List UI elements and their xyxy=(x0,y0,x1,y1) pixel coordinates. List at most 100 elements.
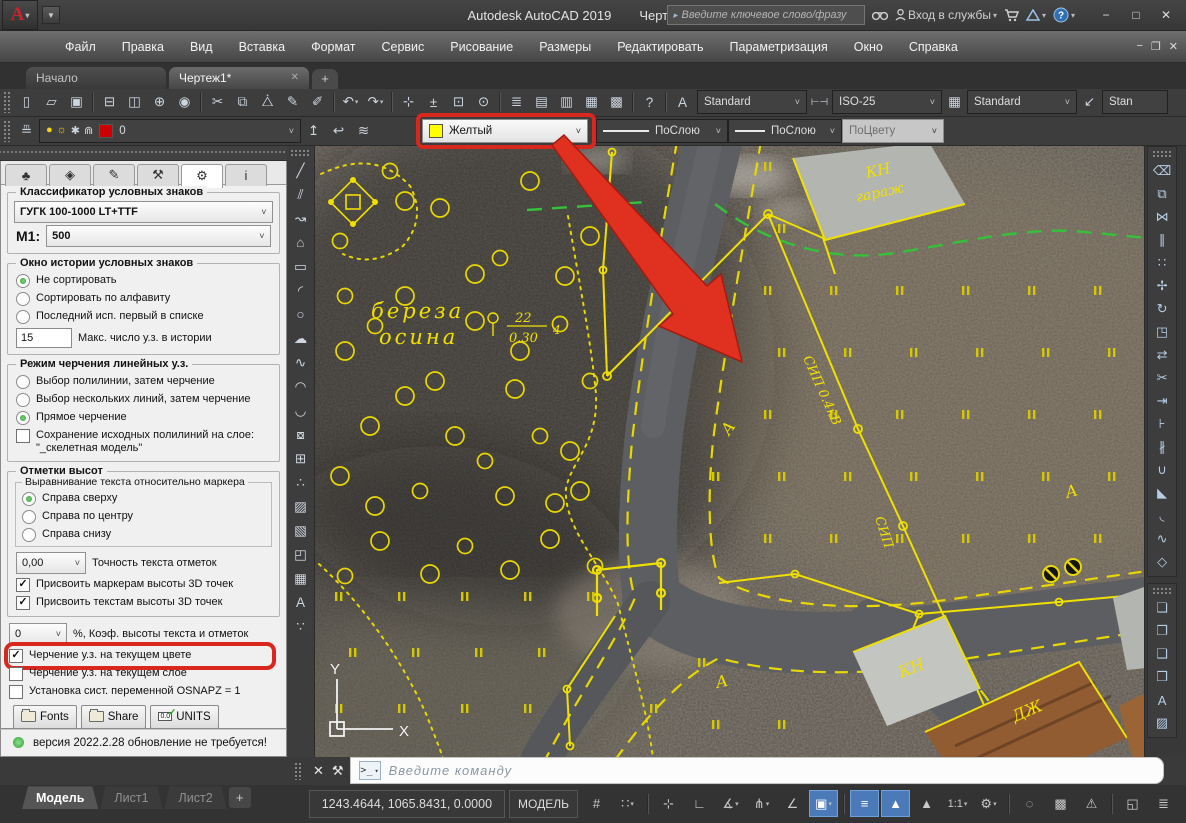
doc-minimize-button[interactable]: − xyxy=(1136,40,1142,53)
toolbar-grip[interactable] xyxy=(1152,587,1172,594)
revision-cloud-icon[interactable]: ☁ xyxy=(288,327,313,351)
layer-properties-icon[interactable]: ≣ xyxy=(504,90,529,114)
insert-block-icon[interactable]: ⧇ xyxy=(288,423,313,447)
scale-icon[interactable]: ◳ xyxy=(1148,321,1176,344)
doc-close-button[interactable]: ✕ xyxy=(1169,40,1178,53)
file-tab-1[interactable]: Чертеж1*✕ xyxy=(169,67,309,89)
checkbox-unchecked-icon[interactable] xyxy=(16,429,30,443)
checkbox-option[interactable]: ✓Черчение у.з. на текущем цвете xyxy=(7,647,280,665)
scale-select[interactable]: 500˅ xyxy=(46,225,270,247)
cut-icon[interactable]: ✂ xyxy=(205,90,230,114)
panel-tab-areas[interactable]: ◈ xyxy=(49,164,91,186)
autocad-logo[interactable]: A▾ xyxy=(2,0,38,30)
radio-option[interactable]: Последний исп. первый в списке xyxy=(14,308,273,326)
doc-restore-button[interactable]: ❐ xyxy=(1151,40,1161,53)
multiple-points-icon[interactable]: ∴ xyxy=(288,471,313,495)
new-tab-button[interactable]: + xyxy=(312,69,338,89)
ellipse-arc-icon[interactable]: ◡ xyxy=(288,399,313,423)
new-file-icon[interactable]: ▯ xyxy=(14,90,39,114)
object-snap-icon[interactable]: ▣▾ xyxy=(809,790,838,817)
stretch-icon[interactable]: ⇄ xyxy=(1148,344,1176,367)
object-snap-tracking-icon[interactable]: ∠ xyxy=(778,790,807,817)
text-style-select[interactable]: Standard˅ xyxy=(697,90,807,114)
erase-icon[interactable]: ⌫ xyxy=(1148,160,1176,183)
point-style-icon[interactable]: ∵ xyxy=(288,615,313,639)
help-menu-icon[interactable]: ? ▾ xyxy=(1053,7,1075,23)
polygon-icon[interactable]: ⌂ xyxy=(288,231,313,255)
menu-Параметризация[interactable]: Параметризация xyxy=(717,32,841,62)
radio-unselected-icon[interactable] xyxy=(16,393,30,407)
radio-unselected-icon[interactable] xyxy=(22,510,36,524)
snap-mode-icon[interactable]: ∷▾ xyxy=(613,790,642,817)
send-under-icon[interactable]: ❒ xyxy=(1148,666,1176,689)
etransmit-icon[interactable]: ◉ xyxy=(172,90,197,114)
quick-access-toolbar-button[interactable]: ▼ xyxy=(42,6,60,24)
radio-option[interactable]: Выбор нескольких линий, затем черчение xyxy=(14,391,273,409)
mirror-icon[interactable]: ⋈ xyxy=(1148,206,1176,229)
units-button[interactable]: 0.0✓UNITS xyxy=(150,705,218,729)
polar-tracking-icon[interactable]: ∡▾ xyxy=(716,790,745,817)
hatch-icon[interactable]: ▨ xyxy=(288,495,313,519)
publish-icon[interactable]: ⊕ xyxy=(147,90,172,114)
radio-unselected-icon[interactable] xyxy=(22,528,36,542)
clean-screen-icon[interactable]: ◱ xyxy=(1118,790,1147,817)
layout-tab-Лист2[interactable]: Лист2 xyxy=(165,786,227,809)
layout-tab-Модель[interactable]: Модель xyxy=(22,786,98,809)
ellipse-icon[interactable]: ◠ xyxy=(288,375,313,399)
precision-select[interactable]: 0,00˅ xyxy=(16,552,86,574)
coef-select[interactable]: 0˅ xyxy=(9,623,67,645)
workspace-settings-icon[interactable]: ⚙▾ xyxy=(974,790,1003,817)
zoom-window-icon[interactable]: ⊡ xyxy=(446,90,471,114)
redo-icon[interactable]: ↷▾ xyxy=(363,90,388,114)
panel-tab-info[interactable]: i xyxy=(225,164,267,186)
table-icon[interactable]: ▦ xyxy=(288,567,313,591)
sheet-set-icon[interactable]: ▦ xyxy=(579,90,604,114)
layout-tab-Лист1[interactable]: Лист1 xyxy=(100,786,162,809)
menu-Окно[interactable]: Окно xyxy=(841,32,896,62)
table-style-select[interactable]: Standard˅ xyxy=(967,90,1077,114)
checkbox-unchecked-icon[interactable] xyxy=(9,667,23,681)
checkbox-checked-icon[interactable]: ✓ xyxy=(9,649,23,663)
radio-selected-icon[interactable] xyxy=(22,492,36,506)
preview-icon[interactable]: ◫ xyxy=(122,90,147,114)
radio-selected-icon[interactable] xyxy=(16,274,30,288)
close-button[interactable]: ✕ xyxy=(1152,5,1180,25)
pan-icon[interactable]: ⊹ xyxy=(396,90,421,114)
grid-display-icon[interactable]: # xyxy=(582,790,611,817)
menu-Размеры[interactable]: Размеры xyxy=(526,32,604,62)
panel-tab-edit[interactable]: ✎ xyxy=(93,164,135,186)
toolbar-grip[interactable] xyxy=(3,120,11,142)
radio-option[interactable]: Не сортировать xyxy=(14,272,273,290)
match-properties-icon[interactable]: ✎ xyxy=(280,90,305,114)
layer-previous-icon[interactable]: ↩ xyxy=(326,119,351,143)
radio-unselected-icon[interactable] xyxy=(16,375,30,389)
panel-tab-symbols[interactable]: ♣ xyxy=(5,164,47,186)
file-tab-[interactable]: Начало xyxy=(26,67,166,89)
layer-states-manager-icon[interactable]: ≋ xyxy=(351,119,376,143)
checkbox-unchecked-icon[interactable] xyxy=(9,685,23,699)
radio-option[interactable]: Справа сверху xyxy=(20,490,267,508)
arc-icon[interactable]: ◜ xyxy=(288,279,313,303)
a360-icon[interactable]: ▾ xyxy=(1026,9,1046,21)
new-layout-button[interactable]: + xyxy=(229,787,251,808)
radio-option[interactable]: Сортировать по алфавиту xyxy=(14,290,273,308)
checkbox-checked-icon[interactable]: ✓ xyxy=(16,578,30,592)
layer-sun-icon[interactable]: ☼ xyxy=(57,124,67,137)
annotation-scale-icon[interactable]: 1:1▾ xyxy=(943,790,972,817)
help-icon[interactable]: ? xyxy=(637,90,662,114)
toolbar-grip[interactable] xyxy=(290,149,310,156)
radio-selected-icon[interactable] xyxy=(16,411,30,425)
app-store-cart-icon[interactable] xyxy=(1004,9,1019,22)
panel-tab-settings[interactable]: ⚙ xyxy=(181,164,223,188)
command-prompt-icon[interactable]: >_▾ xyxy=(359,761,381,780)
lineweight-select[interactable]: ПоСлою˅ xyxy=(596,119,728,143)
isodraft-icon[interactable]: ⋔▾ xyxy=(747,790,776,817)
lineweight-display-icon[interactable]: ≡ xyxy=(850,790,879,817)
minimize-button[interactable]: − xyxy=(1092,5,1120,25)
zoom-previous-icon[interactable]: ⊙ xyxy=(471,90,496,114)
trim-icon[interactable]: ✂ xyxy=(1148,367,1176,390)
menu-Правка[interactable]: Правка xyxy=(109,32,177,62)
construction-line-icon[interactable]: ⫽ xyxy=(288,183,313,207)
max-history-input[interactable]: 15 xyxy=(16,328,72,348)
properties-palette-icon[interactable]: ▥ xyxy=(554,90,579,114)
